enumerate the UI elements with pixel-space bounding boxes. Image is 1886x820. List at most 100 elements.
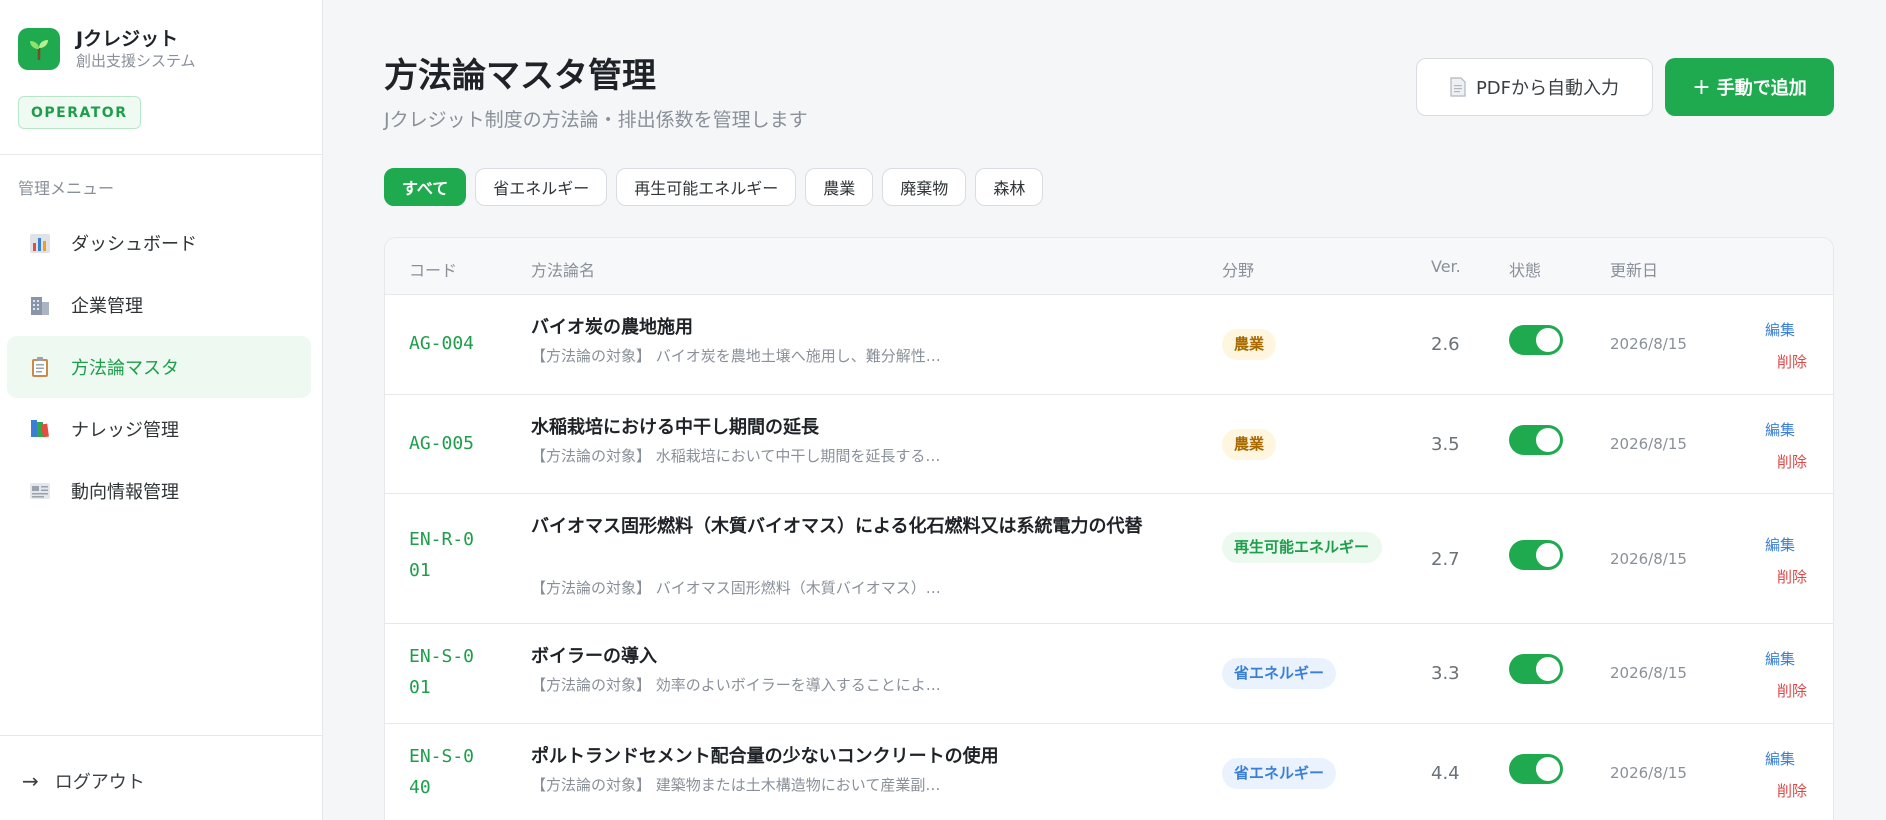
pdf-import-button[interactable]: PDFから自動入力 xyxy=(1416,58,1653,116)
menu-heading: 管理メニュー xyxy=(18,179,115,198)
sidebar-item-label: 企業管理 xyxy=(71,296,143,317)
filter-chip-forest[interactable]: 森林 xyxy=(975,168,1044,206)
sidebar-item-label: 方法論マスタ xyxy=(71,358,179,379)
column-header-updated: 更新日 xyxy=(1610,261,1659,280)
edit-link[interactable]: 編集 xyxy=(1765,419,1795,440)
updated-date: 2026/8/15 xyxy=(1610,550,1687,568)
chart-icon xyxy=(27,230,53,256)
edit-link[interactable]: 編集 xyxy=(1765,748,1795,769)
logout-button[interactable]: → ログアウト xyxy=(22,768,145,794)
delete-link[interactable]: 削除 xyxy=(1777,680,1807,701)
delete-link[interactable]: 削除 xyxy=(1777,780,1807,801)
status-toggle[interactable] xyxy=(1509,425,1563,455)
methodology-name[interactable]: ボイラーの導入 xyxy=(531,641,1161,672)
methodology-table: コード 方法論名 分野 Ver. 状態 更新日 AG-004 バイオ炭の農地施用… xyxy=(384,237,1834,820)
field-badge: 再生可能エネルギー xyxy=(1222,532,1382,563)
methodology-description: 【方法論の対象】 建築物または土木構造物において産業副… xyxy=(531,776,941,794)
edit-link[interactable]: 編集 xyxy=(1765,648,1795,669)
divider xyxy=(0,154,323,155)
filter-chip-waste[interactable]: 廃棄物 xyxy=(882,168,967,206)
sidebar: Jクレジット 創出支援システム OPERATOR 管理メニュー ダッシュボード xyxy=(0,0,323,820)
role-badge: OPERATOR xyxy=(18,96,141,129)
delete-link[interactable]: 削除 xyxy=(1777,451,1807,472)
field-badge: 農業 xyxy=(1222,329,1277,360)
table-row: AG-005 水稲栽培における中干し期間の延長 【方法論の対象】 水稲栽培におい… xyxy=(385,395,1833,494)
column-header-version: Ver. xyxy=(1431,257,1461,276)
methodology-description: 【方法論の対象】 バイオ炭を農地土壌へ施用し、難分解性… xyxy=(531,347,941,365)
filter-chip-agriculture[interactable]: 農業 xyxy=(805,168,874,206)
methodology-name[interactable]: バイオマス固形燃料（木質バイオマス）による化石燃料又は系統電力の代替 xyxy=(531,511,1161,542)
field-badge: 省エネルギー xyxy=(1222,758,1337,789)
divider xyxy=(0,735,323,736)
methodology-description: 【方法論の対象】 効率のよいボイラーを導入することによ… xyxy=(531,676,941,694)
column-header-status: 状態 xyxy=(1509,261,1542,280)
methodology-name[interactable]: ポルトランドセメント配合量の少ないコンクリートの使用 xyxy=(531,741,1161,772)
sidebar-item-knowledge[interactable]: ナレッジ管理 xyxy=(7,398,311,460)
column-header-field: 分野 xyxy=(1222,261,1255,280)
methodology-name[interactable]: バイオ炭の農地施用 xyxy=(531,312,1161,343)
updated-date: 2026/8/15 xyxy=(1610,764,1687,782)
filter-chip-all[interactable]: すべて xyxy=(384,168,467,206)
methodology-description: 【方法論の対象】 水稲栽培において中干し期間を延長する… xyxy=(531,447,941,465)
methodology-code[interactable]: EN-S-001 xyxy=(409,641,479,703)
sidebar-item-label: ナレッジ管理 xyxy=(71,420,179,441)
brand: Jクレジット 創出支援システム xyxy=(18,27,196,71)
version: 4.4 xyxy=(1431,763,1460,784)
field-badge: 省エネルギー xyxy=(1222,658,1337,689)
newspaper-icon xyxy=(27,478,53,504)
sprout-icon xyxy=(18,28,60,70)
edit-link[interactable]: 編集 xyxy=(1765,319,1795,340)
version: 2.6 xyxy=(1431,334,1460,355)
table-row: EN-S-040 ポルトランドセメント配合量の少ないコンクリートの使用 【方法論… xyxy=(385,724,1833,820)
toggle-knob xyxy=(1536,428,1560,452)
methodology-code[interactable]: AG-004 xyxy=(409,328,479,359)
methodology-code[interactable]: AG-005 xyxy=(409,428,479,459)
version: 3.3 xyxy=(1431,663,1460,684)
sidebar-menu: ダッシュボード 企業管理 方法論マスタ ナレッジ管理 動向情報管理 xyxy=(7,212,311,522)
toggle-knob xyxy=(1536,757,1560,781)
plus-icon: + xyxy=(1692,74,1711,100)
status-toggle[interactable] xyxy=(1509,754,1563,784)
pdf-import-label: PDFから自動入力 xyxy=(1475,78,1620,99)
filter-chip-renewable[interactable]: 再生可能エネルギー xyxy=(616,168,797,206)
sidebar-item-dashboard[interactable]: ダッシュボード xyxy=(7,212,311,274)
toggle-knob xyxy=(1536,328,1560,352)
delete-link[interactable]: 削除 xyxy=(1777,351,1807,372)
clipboard-icon xyxy=(27,354,53,380)
status-toggle[interactable] xyxy=(1509,540,1563,570)
books-icon xyxy=(27,416,53,442)
toggle-knob xyxy=(1536,657,1560,681)
methodology-name[interactable]: 水稲栽培における中干し期間の延長 xyxy=(531,412,1161,443)
updated-date: 2026/8/15 xyxy=(1610,335,1687,353)
methodology-code[interactable]: EN-S-040 xyxy=(409,741,479,803)
toggle-knob xyxy=(1536,543,1560,567)
page-subtitle: Jクレジット制度の方法論・排出係数を管理します xyxy=(384,109,808,131)
table-row: EN-S-001 ボイラーの導入 【方法論の対象】 効率のよいボイラーを導入する… xyxy=(385,624,1833,724)
sidebar-item-companies[interactable]: 企業管理 xyxy=(7,274,311,336)
field-badge: 農業 xyxy=(1222,429,1277,460)
sidebar-item-label: 動向情報管理 xyxy=(71,482,179,503)
arrow-right-icon: → xyxy=(22,769,39,793)
version: 2.7 xyxy=(1431,549,1460,570)
logout-label: ログアウト xyxy=(54,772,145,793)
table-header: コード 方法論名 分野 Ver. 状態 更新日 xyxy=(385,238,1833,295)
edit-link[interactable]: 編集 xyxy=(1765,534,1795,555)
table-row: EN-R-001 バイオマス固形燃料（木質バイオマス）による化石燃料又は系統電力… xyxy=(385,494,1833,624)
filter-bar: すべて 省エネルギー 再生可能エネルギー 農業 廃棄物 森林 xyxy=(384,168,1044,206)
updated-date: 2026/8/15 xyxy=(1610,435,1687,453)
delete-link[interactable]: 削除 xyxy=(1777,566,1807,587)
status-toggle[interactable] xyxy=(1509,325,1563,355)
column-header-name: 方法論名 xyxy=(531,261,596,280)
app-title: Jクレジット xyxy=(76,28,179,50)
building-icon xyxy=(27,292,53,318)
status-toggle[interactable] xyxy=(1509,654,1563,684)
methodology-description: 【方法論の対象】 バイオマス固形燃料（木質バイオマス）… xyxy=(531,579,941,597)
sidebar-item-methodology[interactable]: 方法論マスタ xyxy=(7,336,311,398)
page-title: 方法論マスタ管理 xyxy=(384,56,656,96)
sidebar-item-trends[interactable]: 動向情報管理 xyxy=(7,460,311,522)
methodology-code[interactable]: EN-R-001 xyxy=(409,524,479,586)
add-manual-button[interactable]: + 手動で追加 xyxy=(1665,58,1834,116)
sidebar-item-label: ダッシュボード xyxy=(71,234,197,255)
app-subtitle: 創出支援システム xyxy=(76,52,196,70)
filter-chip-energy-saving[interactable]: 省エネルギー xyxy=(475,168,608,206)
